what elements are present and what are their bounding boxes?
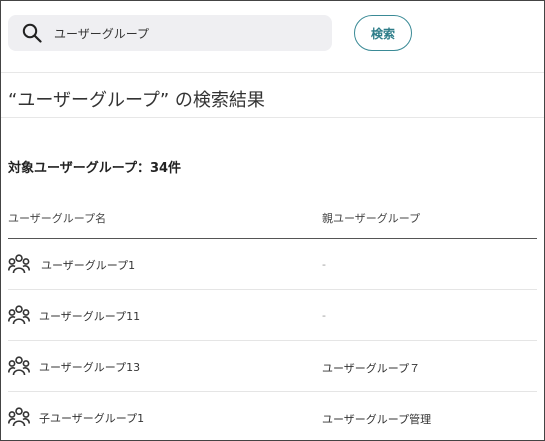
table-row[interactable]: ユーザーグループ1 - [8, 239, 537, 290]
group-name-link[interactable]: ユーザーグループ11 [39, 308, 140, 324]
group-name-link[interactable]: 子ユーザーグループ1 [39, 410, 144, 426]
divider [1, 72, 544, 73]
divider [1, 117, 544, 118]
group-icon [8, 254, 30, 274]
page-title: “ユーザーグループ” の検索結果 [8, 90, 265, 111]
group-name-link[interactable]: ユーザーグループ13 [39, 359, 140, 375]
search-input[interactable] [54, 15, 324, 51]
search-button[interactable]: 検索 [354, 15, 412, 51]
parent-group-cell[interactable]: ユーザーグループ７ [322, 360, 420, 376]
table-row[interactable]: ユーザーグループ13 ユーザーグループ７ [8, 341, 537, 392]
table-row[interactable]: ユーザーグループ11 - [8, 290, 537, 341]
table-row[interactable]: 子ユーザーグループ1 ユーザーグループ管理 [8, 392, 537, 441]
result-count: 対象ユーザーグループ：34件 [8, 161, 182, 176]
group-name-link[interactable]: ユーザーグループ1 [41, 257, 135, 273]
parent-group-cell[interactable]: ユーザーグループ管理 [322, 411, 431, 427]
group-icon [8, 356, 30, 376]
search-icon [22, 23, 42, 43]
parent-group-cell: - [322, 309, 326, 322]
search-bar[interactable] [8, 15, 332, 51]
group-icon [8, 305, 30, 325]
parent-group-cell: - [322, 258, 326, 271]
column-header-parent: 親ユーザーグループ [322, 212, 421, 225]
group-icon [8, 407, 30, 427]
column-header-name: ユーザーグループ名 [8, 212, 107, 225]
